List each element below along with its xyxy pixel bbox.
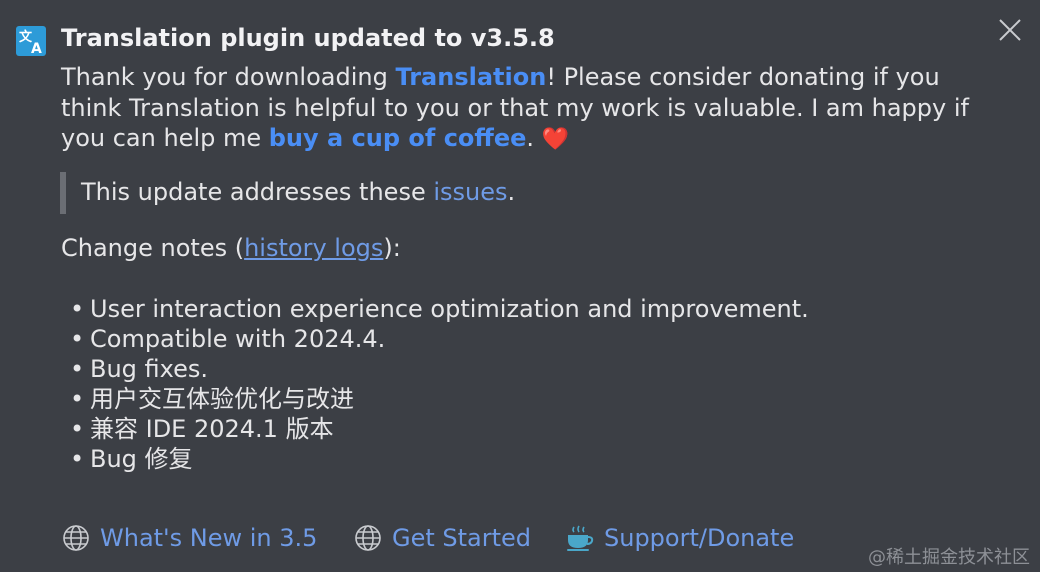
heart-icon: ❤️ [541,127,570,152]
quote-tail: . [507,178,516,206]
list-item-text: 用户交互体验优化与改进 [90,385,354,413]
bullet-icon: • [70,385,85,413]
list-item: • 兼容 IDE 2024.1 版本 [70,414,809,444]
bullet-icon: • [70,325,85,353]
whats-new-link[interactable]: What's New in 3.5 [62,520,317,556]
list-item: • 用户交互体验优化与改进 [70,384,809,414]
translation-link[interactable]: Translation [395,63,546,91]
coffee-cup-icon [567,525,594,551]
quote-text: This update addresses these [81,178,434,206]
change-notes-list: • User interaction experience optimizatio… [70,294,809,474]
history-logs-link[interactable]: history logs [244,234,383,262]
intro-text: Thank you for downloading [61,63,396,91]
bullet-icon: • [70,295,85,323]
change-notes-prefix: Change notes ( [61,234,245,262]
globe-icon [63,525,89,551]
list-item-text: Bug fixes. [90,355,209,383]
support-donate-label: Support/Donate [604,524,795,552]
list-item: • Bug 修复 [70,444,809,474]
whats-new-label: What's New in 3.5 [100,524,318,552]
close-icon[interactable] [996,16,1024,44]
get-started-label: Get Started [392,524,532,552]
buy-coffee-link[interactable]: buy a cup of coffee [269,124,527,152]
change-notes-suffix: ): [383,234,401,262]
bullet-icon: • [70,355,85,383]
globe-icon [355,525,381,551]
change-notes-heading: Change notes (history logs): [61,234,401,262]
notification-title: Translation plugin updated to v3.5.8 [61,24,555,52]
svg-text:A: A [31,41,42,56]
list-item-text: Compatible with 2024.4. [90,325,386,353]
update-quote: This update addresses these issues. [81,178,515,206]
watermark: @稀土掘金技术社区 [868,547,1030,568]
notification-panel: 文 A Translation plugin updated to v3.5.8… [0,0,1040,572]
list-item-text: Bug 修复 [90,445,193,473]
support-donate-link[interactable]: Support/Donate [564,520,794,556]
list-item-text: 兼容 IDE 2024.1 版本 [90,415,334,443]
bullet-icon: • [70,445,85,473]
intro-text: . [526,124,542,152]
quote-bar [60,172,66,214]
list-item: • Compatible with 2024.4. [70,324,809,354]
intro-paragraph: Thank you for downloading Translation! P… [61,62,991,156]
list-item: • Bug fixes. [70,354,809,384]
list-item: • User interaction experience optimizatio… [70,294,809,324]
issues-link[interactable]: issues [433,178,507,206]
translate-icon: 文 A [16,26,46,56]
list-item-text: User interaction experience optimization… [90,295,809,323]
bullet-icon: • [70,415,85,443]
get-started-link[interactable]: Get Started [354,520,531,556]
